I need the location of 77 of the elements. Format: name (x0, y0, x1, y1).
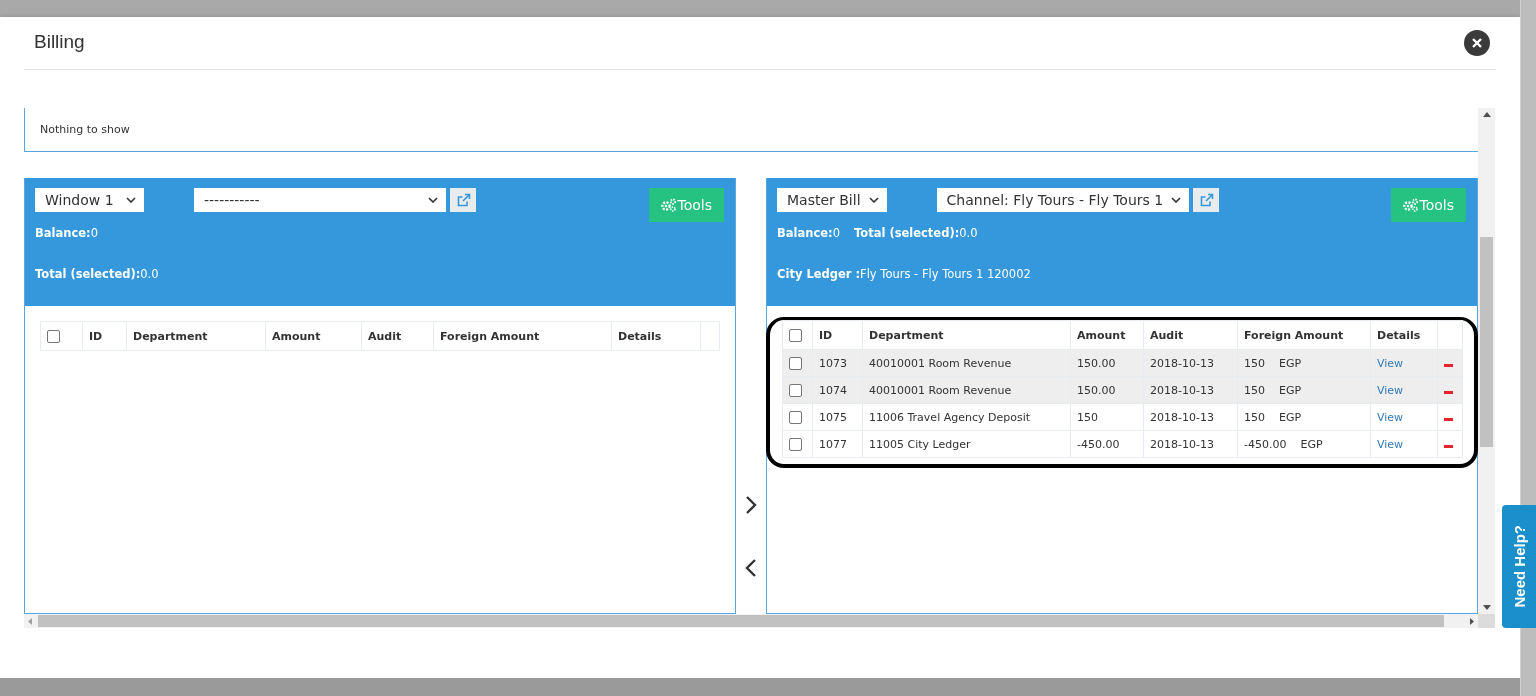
remove-icon[interactable] (1444, 444, 1453, 448)
checkbox[interactable] (789, 437, 802, 451)
table-cell: -450.00 (1070, 430, 1144, 458)
column-header: Audit (361, 321, 434, 351)
column-header: ID (82, 321, 127, 351)
open-external-button[interactable] (450, 188, 476, 212)
scroll-up-icon[interactable] (1482, 112, 1491, 117)
column-header: Details (611, 321, 701, 351)
summary-text: Balance:0 (35, 226, 98, 242)
summary-text: Total (selected):0.0 (853, 226, 978, 242)
table-cell: 11005 City Ledger (862, 430, 1071, 458)
checkbox[interactable] (789, 356, 802, 370)
chevron-down-icon (1171, 197, 1182, 203)
table-cell: 1075 (812, 403, 863, 431)
summary-text: City Ledger :Fly Tours - Fly Tours 1 120002 (777, 267, 1031, 283)
gears-icon (1402, 198, 1419, 212)
chevron-down-icon (428, 197, 438, 203)
table-cell: -450.00 EGP (1237, 430, 1371, 458)
column-header: Foreign Amount (1237, 320, 1371, 350)
window-title: Billing (34, 31, 85, 53)
remove-icon[interactable] (1444, 390, 1453, 394)
table-cell: 1077 (812, 430, 863, 458)
column-header: Department (126, 321, 266, 351)
remove-icon[interactable] (1444, 417, 1453, 421)
column-header: Foreign Amount (433, 321, 612, 351)
summary-text: Total (selected):0.0 (35, 267, 159, 283)
column-header: ID (812, 320, 863, 350)
column-header: Details (1370, 320, 1438, 350)
scroll-left-icon[interactable] (28, 617, 32, 625)
window-select[interactable]: Window 1 (35, 188, 144, 212)
table-cell: 150 EGP (1237, 376, 1371, 404)
table-cell: 40010001 Room Revenue (862, 376, 1071, 404)
chevron-down-icon (126, 197, 136, 203)
external-link-icon (455, 192, 471, 208)
view-link[interactable]: View (1377, 383, 1404, 397)
chevron-left-icon[interactable] (745, 558, 757, 578)
chevron-right-icon[interactable] (745, 495, 757, 515)
table-cell: 2018-10-13 (1143, 430, 1238, 458)
bill-select[interactable]: ----------- (194, 188, 446, 212)
table-cell: 150 (1070, 403, 1144, 431)
help-tab[interactable]: Need Help? (1502, 505, 1536, 628)
table-cell: 150.00 (1070, 376, 1144, 404)
table-cell: 2018-10-13 (1143, 376, 1238, 404)
table-cell: 2018-10-13 (1143, 403, 1238, 431)
chevron-down-icon (868, 197, 879, 203)
table-cell: 40010001 Room Revenue (862, 349, 1071, 377)
checkbox[interactable] (789, 383, 802, 397)
table-cell: 150.00 (1070, 349, 1144, 377)
empty-message: Nothing to show (40, 123, 130, 136)
remove-icon[interactable] (1444, 363, 1453, 367)
checkbox[interactable] (789, 328, 802, 342)
window-select[interactable]: Master Bill (777, 188, 887, 212)
table-cell: 150 EGP (1237, 349, 1371, 377)
view-link[interactable]: View (1377, 410, 1404, 424)
horizontal-scrollbar[interactable] (24, 614, 1478, 628)
scroll-down-icon[interactable] (1482, 605, 1491, 610)
scrollbar-corner (1478, 614, 1495, 628)
view-link[interactable]: View (1377, 437, 1404, 451)
checkbox[interactable] (47, 329, 60, 343)
bill-select[interactable]: Channel: Fly Tours - Fly Tours 1 (936, 188, 1190, 212)
gears-icon (660, 198, 677, 212)
vertical-scrollbar[interactable] (1478, 108, 1495, 614)
checkbox[interactable] (789, 410, 802, 424)
column-header: Audit (1143, 320, 1238, 350)
scroll-right-icon[interactable] (1470, 617, 1474, 625)
close-icon (1471, 37, 1483, 49)
close-button[interactable] (1464, 30, 1490, 56)
column-header: Amount (1070, 320, 1144, 350)
table-cell: 11006 Travel Agency Deposit (862, 403, 1071, 431)
external-link-icon (1198, 192, 1214, 208)
column-header: Department (862, 320, 1071, 350)
summary-text: Balance:0 (777, 226, 840, 242)
column-header: Amount (265, 321, 362, 351)
table-cell: 2018-10-13 (1143, 349, 1238, 377)
view-link[interactable]: View (1377, 356, 1404, 370)
table-cell: 150 EGP (1237, 403, 1371, 431)
open-external-button[interactable] (1193, 188, 1220, 212)
